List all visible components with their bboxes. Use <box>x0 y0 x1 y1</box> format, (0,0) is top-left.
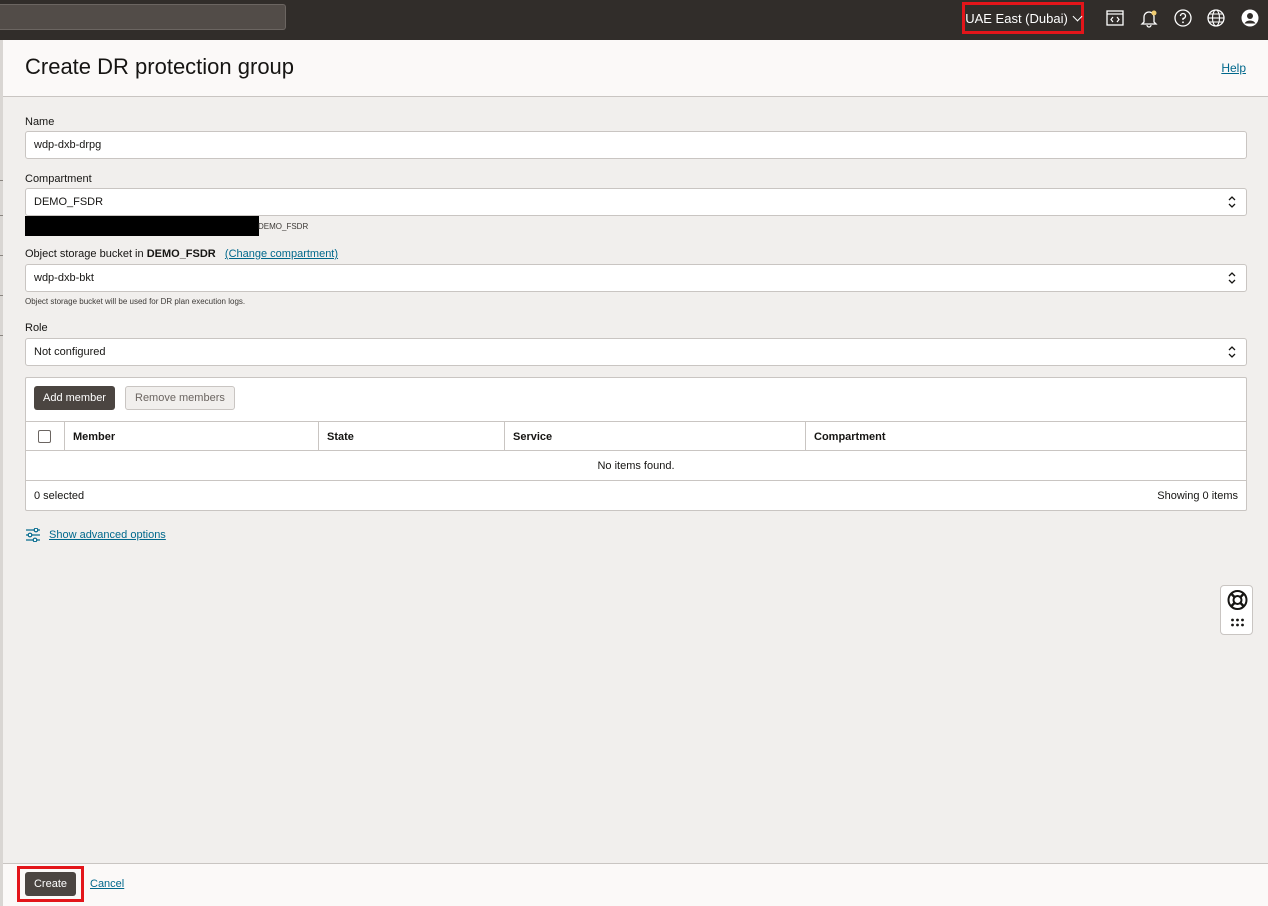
bucket-hint: Object storage bucket will be used for D… <box>25 297 246 306</box>
compartment-select[interactable]: DEMO_FSDR <box>25 188 1247 216</box>
show-advanced-options-link[interactable]: Show advanced options <box>49 529 166 541</box>
empty-table-message: No items found. <box>26 451 1246 481</box>
compartment-path-suffix: DEMO_FSDR <box>258 222 309 231</box>
column-header-service[interactable]: Service <box>504 422 805 451</box>
top-navigation-bar: UAE East (Dubai) <box>0 0 1268 40</box>
globe-icon[interactable] <box>1206 8 1226 28</box>
showing-count: Showing 0 items <box>1157 490 1238 502</box>
bucket-label: Object storage bucket in DEMO_FSDR (Chan… <box>25 248 338 260</box>
panel-footer: Create Cancel <box>3 863 1268 906</box>
column-header-state[interactable]: State <box>318 422 504 451</box>
column-header-compartment[interactable]: Compartment <box>805 422 1246 451</box>
members-table: Add member Remove members Member State S… <box>25 377 1247 511</box>
change-compartment-link[interactable]: (Change compartment) <box>225 248 338 260</box>
select-updown-icon <box>1228 196 1236 208</box>
help-icon[interactable] <box>1173 8 1193 28</box>
lifebuoy-icon <box>1227 590 1248 610</box>
name-field[interactable]: wdp-dxb-drpg <box>25 131 1247 159</box>
sliders-icon <box>26 528 40 542</box>
bucket-value: wdp-dxb-bkt <box>34 272 94 284</box>
grid-dots-icon <box>1231 618 1244 627</box>
help-link[interactable]: Help <box>1221 61 1246 75</box>
advanced-options-toggle[interactable]: Show advanced options <box>25 528 166 542</box>
select-all-checkbox[interactable] <box>38 430 51 443</box>
bucket-label-prefix: Object storage bucket in <box>25 248 144 260</box>
create-button[interactable]: Create <box>25 872 76 896</box>
role-label: Role <box>25 322 48 334</box>
select-updown-icon <box>1228 272 1236 284</box>
bell-icon[interactable] <box>1139 8 1159 28</box>
table-header: Member State Service Compartment <box>26 421 1246 451</box>
column-header-member[interactable]: Member <box>64 422 318 451</box>
create-button-highlight: Create <box>17 866 84 902</box>
add-member-button[interactable]: Add member <box>34 386 115 410</box>
support-widget[interactable] <box>1220 585 1253 635</box>
page-title: Create DR protection group <box>25 54 295 79</box>
code-editor-icon[interactable] <box>1105 8 1125 28</box>
select-updown-icon <box>1228 346 1236 358</box>
region-selector[interactable]: UAE East (Dubai) <box>962 2 1084 34</box>
bucket-label-compartment: DEMO_FSDR <box>146 248 216 260</box>
compartment-label: Compartment <box>25 173 92 185</box>
cancel-link[interactable]: Cancel <box>90 878 124 890</box>
create-dr-protection-group-panel: Create DR protection group Help Name wdp… <box>3 40 1268 906</box>
role-select[interactable]: Not configured <box>25 338 1247 366</box>
compartment-value: DEMO_FSDR <box>34 196 104 208</box>
chevron-down-icon <box>1072 11 1083 21</box>
redacted-compartment-path <box>25 216 259 236</box>
panel-header: Create DR protection group Help <box>3 40 1268 97</box>
bucket-select[interactable]: wdp-dxb-bkt <box>25 264 1247 292</box>
selected-count: 0 selected <box>34 490 85 502</box>
search-input[interactable] <box>0 4 286 30</box>
name-label: Name <box>25 116 55 128</box>
remove-members-button[interactable]: Remove members <box>125 386 235 410</box>
region-label: UAE East (Dubai) <box>965 10 1068 26</box>
name-value: wdp-dxb-drpg <box>34 139 102 151</box>
role-value: Not configured <box>34 346 106 358</box>
user-icon[interactable] <box>1240 8 1260 28</box>
